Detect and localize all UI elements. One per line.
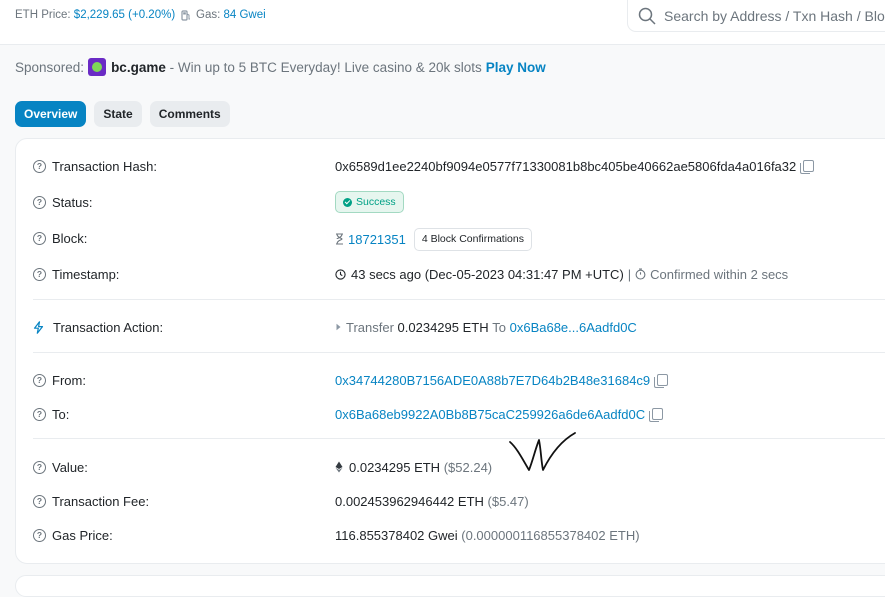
gas-value-link[interactable]: 84 Gwei [224,9,266,21]
search-box[interactable] [627,0,885,32]
question-circle-icon[interactable]: ? [33,159,46,173]
question-circle-icon[interactable]: ? [33,407,46,421]
gas-tracker: Gas: 84 Gwei [181,9,266,21]
question-circle-icon[interactable]: ? [33,231,46,245]
action-address-link[interactable]: 0x6Ba68e...6Aadfd0C [510,320,637,335]
from-value-row: 0x34744280B7156ADE0A88b7E7D64b2B48e31684… [335,370,669,390]
value-label: Value: [52,459,88,475]
tab-state[interactable]: State [94,101,142,127]
signature-scribble [509,432,576,471]
action-label-row: Transaction Action: [33,317,163,337]
block-label: Block: [52,230,88,246]
status-label: Status: [52,194,93,210]
bc-game-logo-icon [88,58,107,76]
search-icon [638,7,656,25]
section-divider [33,352,885,353]
block-value-row: 18721351 4 Block Confirmations [335,227,532,251]
from-address-link[interactable]: 0x34744280B7156ADE0A88b7E7D64b2B48e31684… [335,373,650,388]
value-value-row: 0.0234295 ETH ($52.24) [335,457,492,477]
fee-usd: ($5.47) [487,493,529,509]
eth-price: ETH Price: $2,229.65 (+0.20%) [15,9,175,21]
from-label-row: ? From: [33,370,86,390]
fee-label-row: ? Transaction Fee: [33,491,149,511]
status-label-row: ? Status: [33,192,92,212]
section-divider [33,438,885,439]
timestamp-separator: | [627,266,632,282]
action-to: To [492,319,506,335]
block-number-link[interactable]: 18721351 [348,232,406,247]
gas-price-gwei: 116.855378402 Gwei [335,527,458,543]
fee-value-row: 0.002453962946442 ETH ($5.47) [335,491,529,511]
tx-hash-value-row: 0x6589d1ee2240bf9094e0577f71330081b8bc40… [335,156,815,176]
section-divider [33,299,885,300]
status-value-row: Success [335,191,404,213]
value-eth: 0.0234295 ETH [349,459,441,475]
status-text: Success [356,196,396,208]
next-card [15,575,885,597]
tab-bar: Overview State Comments [15,101,230,127]
copy-icon[interactable] [800,160,815,174]
gas-pump-icon [181,9,190,21]
to-value-row: 0x6Ba68eb9922A0Bb8B75caC259926a6de6Aadfd… [335,404,664,424]
question-circle-icon[interactable]: ? [33,195,46,209]
value-usd: ($52.24) [443,459,493,475]
tx-hash-label: Transaction Hash: [52,158,158,174]
sponsored-banner: Sponsored: bc.game - Win up to 5 BTC Eve… [15,58,546,76]
stopwatch-icon [635,268,646,280]
check-circle-icon [343,197,352,207]
gas-price-label: Gas Price: [52,527,113,543]
question-circle-icon[interactable]: ? [33,373,46,387]
to-label-row: ? To: [33,404,69,424]
hourglass-icon [336,233,343,245]
top-bar: ETH Price: $2,229.65 (+0.20%) Gas: 84 Gw… [0,0,885,45]
gas-price-value-row: 116.855378402 Gwei (0.000000116855378402… [335,525,640,545]
sponsored-label: Sponsored: [15,59,85,75]
action-prefix: Transfer [346,319,394,335]
sponsored-text: - Win up to 5 BTC Everyday! Live casino … [169,59,482,75]
from-label: From: [52,372,86,388]
timestamp-value: 43 secs ago (Dec-05-2023 04:31:47 PM +UT… [351,266,624,282]
action-label: Transaction Action: [53,319,164,335]
ethereum-icon [335,461,343,473]
timestamp-label-row: ? Timestamp: [33,264,119,284]
eth-price-label: ETH Price: [15,9,71,21]
gas-label: Gas: [196,9,221,21]
gas-price-label-row: ? Gas Price: [33,525,113,545]
timestamp-label: Timestamp: [52,266,120,282]
tab-comments[interactable]: Comments [149,101,230,127]
copy-icon[interactable] [654,374,669,388]
question-circle-icon[interactable]: ? [33,460,46,474]
question-circle-icon[interactable]: ? [33,494,46,508]
lightning-icon [33,320,44,334]
confirmed-within: Confirmed within 2 secs [650,266,789,282]
fee-eth: 0.002453962946442 ETH [335,493,484,509]
sponsored-cta-link[interactable]: Play Now [486,60,546,75]
gas-price-eth: (0.000000116855378402 ETH) [461,527,640,543]
eth-price-change: (+0.20%) [128,9,176,21]
eth-price-link[interactable]: $2,229.65 (+0.20%) [74,9,175,21]
block-confirmations-badge: 4 Block Confirmations [413,227,532,251]
status-badge: Success [335,191,404,213]
question-circle-icon[interactable]: ? [33,267,46,281]
action-value-row: Transfer 0.0234295 ETH To 0x6Ba68e...6Aa… [335,317,637,337]
tab-overview[interactable]: Overview [15,101,87,127]
fee-label: Transaction Fee: [52,493,150,509]
action-amount: 0.0234295 ETH [397,319,489,335]
tx-hash-label-row: ? Transaction Hash: [33,156,157,176]
to-label: To: [52,406,70,422]
tx-hash-value: 0x6589d1ee2240bf9094e0577f71330081b8bc40… [335,158,797,174]
sponsored-brand-link[interactable]: bc.game [111,60,166,75]
block-label-row: ? Block: [33,228,87,248]
value-label-row: ? Value: [33,457,88,477]
clock-icon [335,268,346,280]
eth-price-value: $2,229.65 [73,9,125,21]
question-circle-icon[interactable]: ? [33,528,46,542]
caret-right-icon [336,323,341,331]
to-address-link[interactable]: 0x6Ba68eb9922A0Bb8B75caC259926a6de6Aadfd… [335,407,645,422]
search-input[interactable] [662,6,885,25]
timestamp-value-row: 43 secs ago (Dec-05-2023 04:31:47 PM +UT… [335,264,788,284]
copy-icon[interactable] [649,408,664,422]
